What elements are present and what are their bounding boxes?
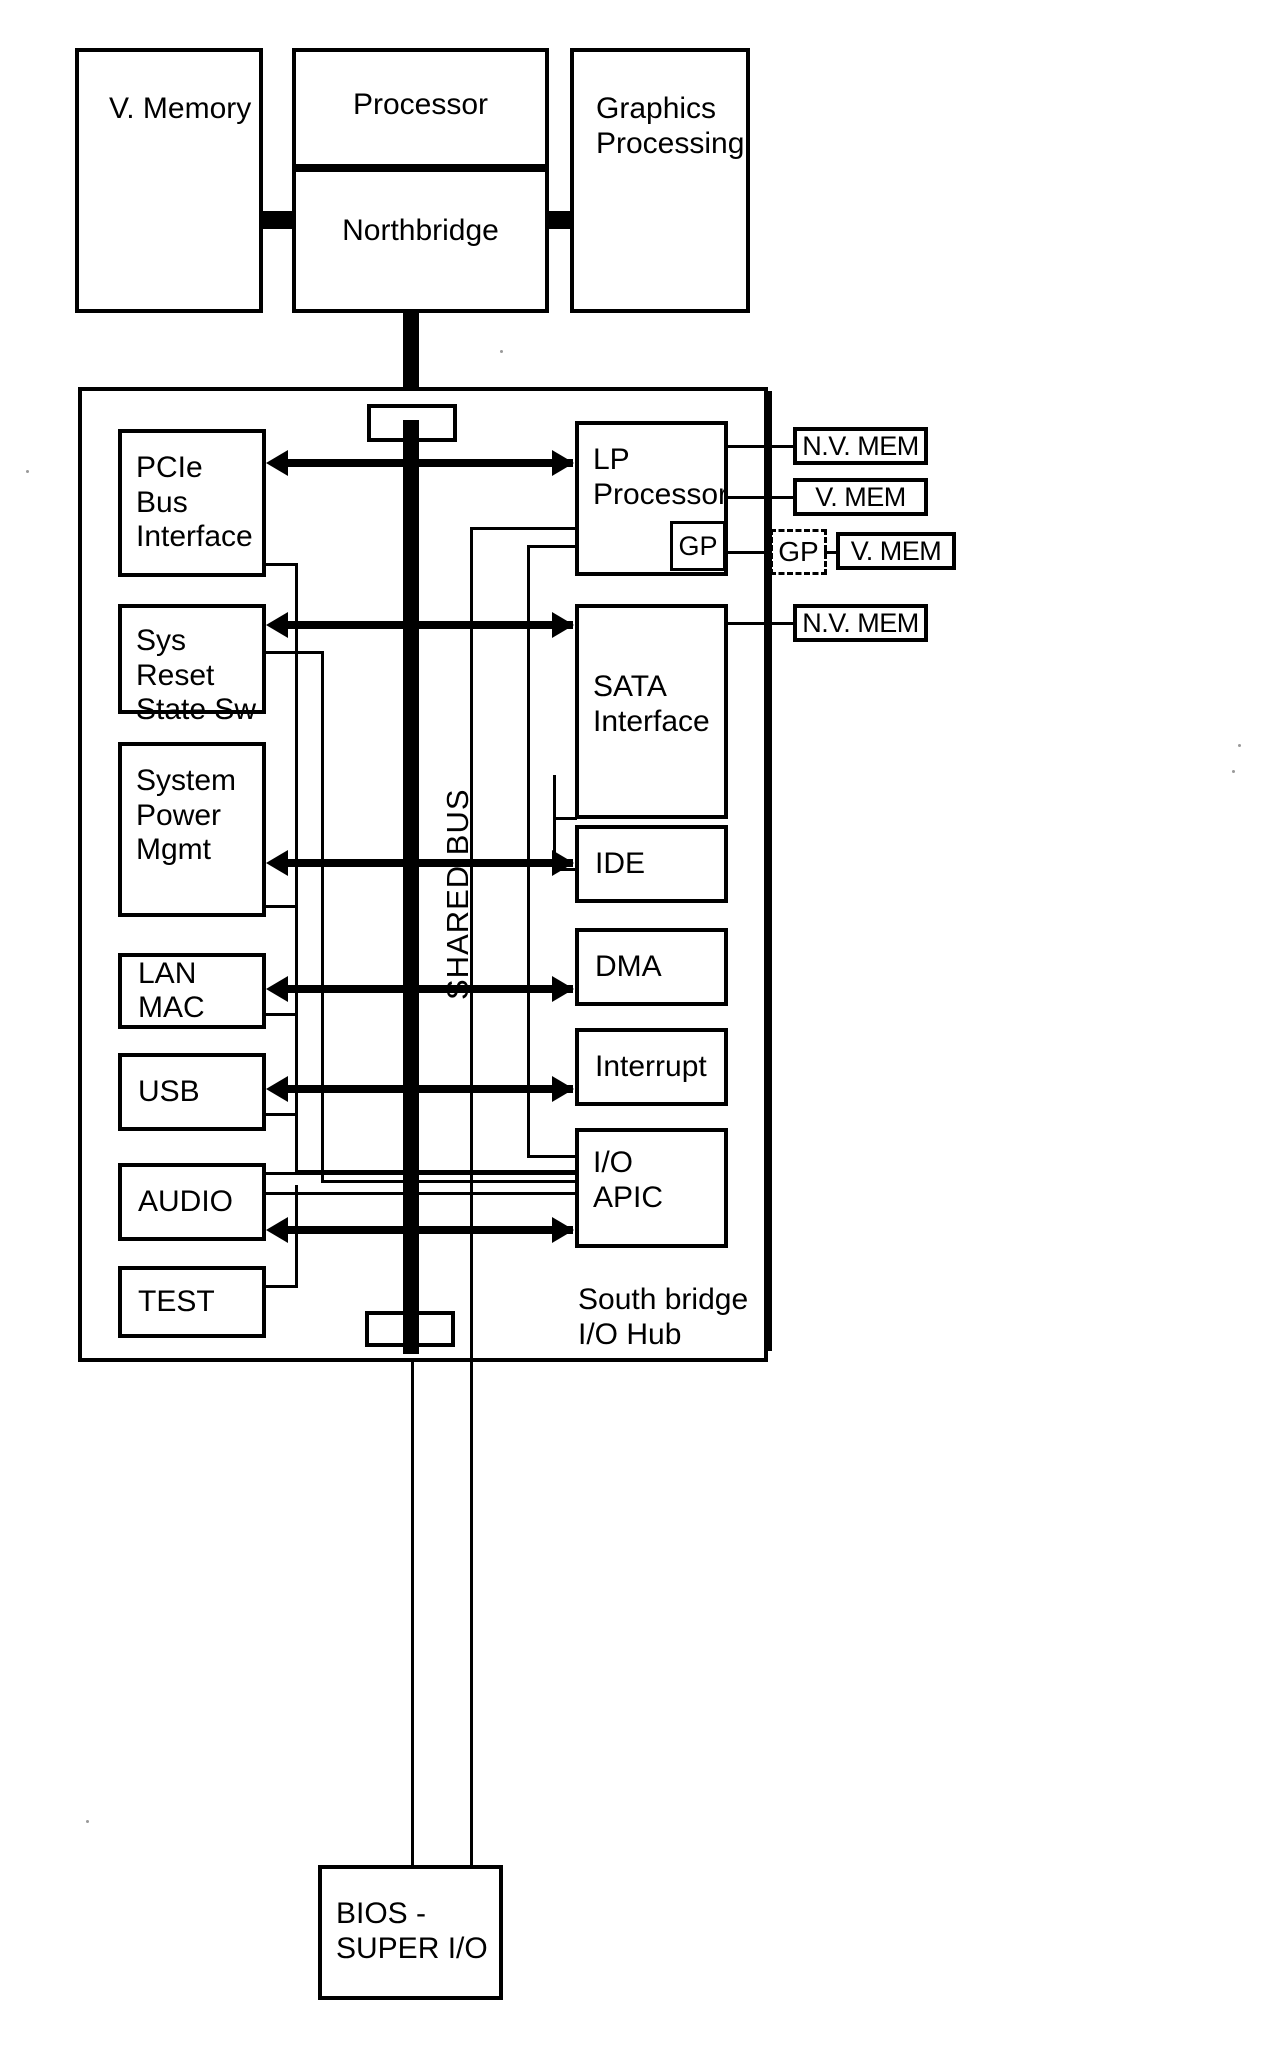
wire-test-up bbox=[295, 1185, 298, 1287]
wire-syspower-down bbox=[295, 905, 298, 955]
wire-syspower-stub bbox=[266, 905, 298, 908]
wire-sata-route-top bbox=[527, 545, 577, 548]
wire-sysreset-down bbox=[321, 651, 324, 1183]
wire-sysreset-into-apic bbox=[321, 1180, 577, 1183]
wire-lp-route-top bbox=[470, 527, 578, 530]
arrow-line-usb-interrupt bbox=[288, 1085, 573, 1093]
block-gp-internal-label: GP bbox=[678, 530, 718, 561]
block-interrupt: Interrupt bbox=[575, 1028, 728, 1106]
wire-lanmac-stub bbox=[266, 1013, 298, 1016]
wire-bios-vertical-left bbox=[411, 1362, 414, 1867]
wire-pcie-down bbox=[295, 563, 298, 1173]
block-io-apic: I/O APIC bbox=[575, 1128, 728, 1248]
block-northbridge: Northbridge bbox=[292, 168, 549, 313]
arrowhead-right-interrupt bbox=[552, 1076, 574, 1102]
block-usb: USB bbox=[118, 1053, 266, 1131]
block-audio: AUDIO bbox=[118, 1163, 266, 1241]
scan-speck bbox=[1238, 744, 1241, 747]
connector-northbridge-graphics bbox=[547, 211, 573, 229]
connector-southbridge-bios bbox=[403, 1330, 419, 1354]
arrowhead-right-ioapic bbox=[552, 1217, 574, 1243]
block-bios-super-io: BIOS - SUPER I/O bbox=[318, 1865, 503, 2000]
diagram-canvas: V. Memory Processor Northbridge Graphics… bbox=[0, 0, 1266, 2064]
arrowhead-left-pcie bbox=[266, 450, 288, 476]
wire-audio-line-1 bbox=[266, 1172, 577, 1175]
rail-external-right bbox=[768, 391, 772, 1351]
block-pcie-bus-interface: PCIe Bus Interface bbox=[118, 429, 266, 577]
block-lan-mac: LAN MAC bbox=[118, 953, 266, 1029]
ext-nv-mem-1: N.V. MEM bbox=[793, 427, 928, 465]
arrowhead-left-lanmac bbox=[266, 976, 288, 1002]
block-gp-internal: GP bbox=[670, 521, 726, 571]
scan-speck bbox=[1232, 770, 1235, 773]
scan-speck bbox=[500, 350, 503, 353]
wire-bios-vertical-right bbox=[470, 1362, 473, 1867]
wire-gpdashed-to-vmem2 bbox=[824, 551, 838, 554]
arrow-line-pcie-lp bbox=[288, 459, 573, 467]
block-sata-interface: SATA Interface bbox=[575, 604, 728, 819]
wire-usb-down bbox=[295, 1113, 298, 1161]
wire-sata-route-bottom bbox=[527, 1155, 577, 1158]
ext-nv-mem-2: N.V. MEM bbox=[793, 604, 928, 642]
wire-sata-to-nvmem2 bbox=[728, 622, 795, 625]
wire-lp-to-vmem1 bbox=[728, 496, 795, 499]
wire-pcie-stub bbox=[266, 563, 298, 566]
wire-usb-stub bbox=[266, 1113, 298, 1116]
southbridge-label: South bridge I/O Hub bbox=[578, 1283, 749, 1352]
arrow-line-audio-ioapic bbox=[288, 1226, 573, 1234]
wire-gp-to-gpdashed bbox=[726, 551, 772, 554]
arrowhead-right-sata bbox=[552, 612, 574, 638]
wire-lanmac-down bbox=[295, 1013, 298, 1061]
arrowhead-right-lp bbox=[552, 450, 574, 476]
block-v-memory: V. Memory bbox=[75, 48, 263, 313]
ext-gp-dashed: GP bbox=[770, 529, 827, 575]
wire-test-stub bbox=[266, 1285, 298, 1288]
arrowhead-right-dma bbox=[552, 976, 574, 1002]
ext-v-mem-2: V. MEM bbox=[836, 532, 956, 570]
block-graphics-processing: Graphics Processing bbox=[570, 48, 750, 313]
arrowhead-left-usb bbox=[266, 1076, 288, 1102]
arrow-line-sysreset-sata bbox=[288, 621, 573, 629]
arrow-line-syspower-ide bbox=[288, 859, 573, 867]
block-sys-reset-state-sw: Sys Reset State Sw bbox=[118, 604, 266, 726]
wire-ide-feed bbox=[553, 868, 577, 871]
scan-speck bbox=[26, 470, 29, 473]
connector-vmemory-northbridge bbox=[263, 211, 295, 229]
arrowhead-left-syspower bbox=[266, 850, 288, 876]
block-dma: DMA bbox=[575, 928, 728, 1006]
wire-lp-to-nvmem1 bbox=[728, 445, 795, 448]
ext-v-mem-1: V. MEM bbox=[793, 478, 928, 516]
wire-sysreset-stub bbox=[266, 651, 324, 654]
arrowhead-left-sysreset bbox=[266, 612, 288, 638]
block-processor: Processor bbox=[292, 48, 549, 168]
block-test: TEST bbox=[118, 1266, 266, 1338]
arrowhead-left-audio bbox=[266, 1217, 288, 1243]
wire-sata-route-down bbox=[527, 545, 530, 1157]
block-system-power-mgmt: System Power Mgmt bbox=[118, 742, 266, 917]
block-ide: IDE bbox=[575, 825, 728, 903]
wire-audio-line-2 bbox=[266, 1192, 577, 1195]
arrow-line-lanmac-dma bbox=[288, 985, 573, 993]
wire-sata-bottom-down bbox=[553, 775, 556, 870]
wire-sata-bottom-stub bbox=[553, 817, 577, 820]
scan-speck bbox=[86, 1820, 89, 1823]
